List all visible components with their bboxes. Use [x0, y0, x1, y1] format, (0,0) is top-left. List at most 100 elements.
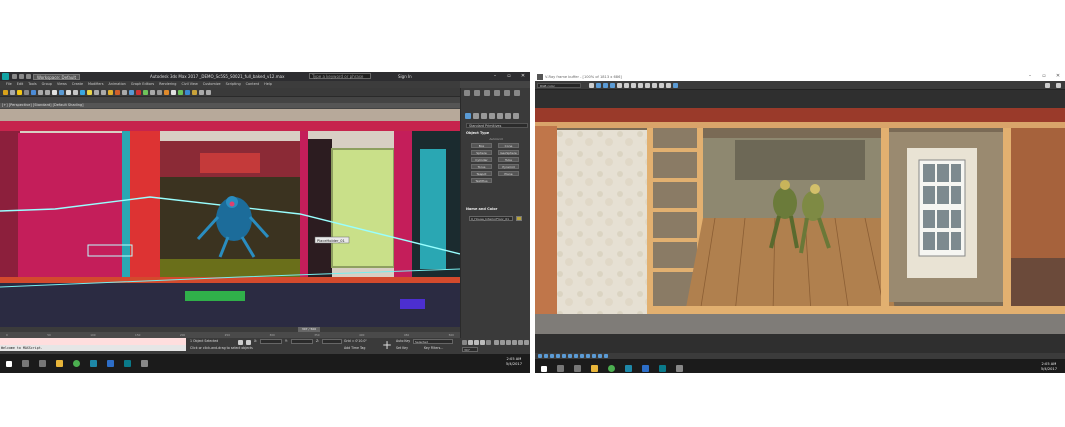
- red-channel-icon[interactable]: [589, 82, 594, 88]
- alpha-channel-icon[interactable]: [610, 82, 615, 88]
- object-color-swatch[interactable]: [516, 216, 522, 221]
- orbit-icon[interactable]: [518, 340, 523, 345]
- settings-icon[interactable]: [1045, 82, 1050, 88]
- cone-button[interactable]: Cone: [498, 143, 519, 148]
- hierarchy-tab-icon[interactable]: [484, 90, 490, 96]
- menu-animation[interactable]: Animation: [109, 81, 126, 88]
- rotate-icon[interactable]: [66, 89, 71, 95]
- workspace-dropdown[interactable]: Workspace: Default: [33, 73, 81, 80]
- bind-icon[interactable]: [17, 89, 22, 95]
- menu-content[interactable]: Content: [246, 81, 260, 88]
- rect-region-icon[interactable]: [45, 89, 50, 95]
- file-explorer-icon[interactable]: [591, 365, 598, 372]
- menu-create[interactable]: Create: [72, 81, 83, 88]
- next-frame-icon[interactable]: [480, 340, 485, 345]
- chrome-icon[interactable]: [608, 365, 615, 372]
- maxscript-listener[interactable]: Welcome to MAXScript.: [0, 345, 186, 351]
- teapot-button[interactable]: Teapot: [471, 171, 492, 176]
- copy-to-max-icon[interactable]: [645, 82, 650, 88]
- key-selection-dropdown[interactable]: Selected: [413, 339, 453, 344]
- helpers-icon[interactable]: [497, 113, 503, 119]
- move-icon[interactable]: [59, 89, 64, 95]
- select-by-name-icon[interactable]: [38, 89, 43, 95]
- minimize-icon[interactable]: –: [1023, 72, 1037, 81]
- menu-scripting[interactable]: Scripting: [226, 81, 241, 88]
- menu-group[interactable]: Group: [42, 81, 52, 88]
- green-channel-icon[interactable]: [596, 82, 601, 88]
- lens-effects-icon[interactable]: [673, 82, 678, 88]
- mirror-icon[interactable]: [136, 89, 141, 95]
- app-icon[interactable]: [107, 360, 114, 367]
- app-icon[interactable]: [676, 365, 683, 372]
- menu-help[interactable]: Help: [264, 81, 272, 88]
- primitive-category-dropdown[interactable]: Standard Primitives: [466, 123, 528, 128]
- render-iterative-icon[interactable]: [199, 89, 204, 95]
- timeline[interactable]: 307 / 500 0 50 100 150 200 250 300 350 4…: [0, 327, 460, 338]
- bg-image-icon[interactable]: [574, 354, 578, 358]
- zoom-all-icon[interactable]: [500, 340, 505, 345]
- reference-coord-icon[interactable]: [87, 89, 92, 95]
- maximize-icon[interactable]: ▫: [1037, 72, 1051, 81]
- history-icon[interactable]: [666, 82, 671, 88]
- motion-tab-icon[interactable]: [494, 90, 500, 96]
- lights-icon[interactable]: [481, 113, 487, 119]
- app-icon[interactable]: [90, 360, 97, 367]
- add-icon[interactable]: +: [382, 339, 392, 351]
- textplus-button[interactable]: TextPlus: [471, 178, 492, 183]
- app-icon[interactable]: [625, 365, 632, 372]
- rendered-image[interactable]: [535, 108, 1065, 334]
- add-time-tag[interactable]: Add Time Tag: [344, 346, 365, 351]
- save-image-icon[interactable]: [624, 82, 629, 88]
- app-icon[interactable]: [642, 365, 649, 372]
- render-button-icon[interactable]: [1056, 82, 1061, 88]
- render-frame-icon[interactable]: [185, 89, 190, 95]
- icc-icon[interactable]: [592, 354, 596, 358]
- go-start-icon[interactable]: [462, 340, 467, 345]
- windows-start-icon[interactable]: [6, 360, 12, 367]
- autogrid-checkbox[interactable]: AutoGrid: [481, 137, 511, 141]
- name-color-rollout[interactable]: Name and Color: [466, 207, 528, 212]
- space-warps-icon[interactable]: [505, 113, 511, 119]
- window-crossing-icon[interactable]: [52, 89, 57, 95]
- sign-in-link[interactable]: Sign In: [398, 73, 412, 80]
- task-view-icon[interactable]: [39, 360, 46, 367]
- max-logo-icon[interactable]: [2, 73, 9, 80]
- redo-icon[interactable]: [19, 74, 24, 79]
- material-editor-icon[interactable]: [171, 89, 176, 95]
- close-icon[interactable]: ✕: [1051, 72, 1065, 81]
- prev-frame-icon[interactable]: [468, 340, 473, 345]
- lock-icon[interactable]: [238, 340, 243, 345]
- color-balance-icon[interactable]: [556, 354, 560, 358]
- auto-key-button[interactable]: Auto Key: [396, 339, 410, 344]
- box-button[interactable]: Box: [471, 143, 492, 148]
- pan-icon[interactable]: [512, 340, 517, 345]
- menu-graph-editors[interactable]: Graph Editors: [131, 81, 154, 88]
- object-name-field[interactable]: 0_House_InteriorFloor_01: [469, 216, 513, 221]
- lut-icon[interactable]: [580, 354, 584, 358]
- hsl-icon[interactable]: [550, 354, 554, 358]
- place-icon[interactable]: [80, 89, 85, 95]
- shapes-icon[interactable]: [473, 113, 479, 119]
- torus-button[interactable]: Torus: [471, 164, 492, 169]
- menu-customize[interactable]: Customize: [203, 81, 221, 88]
- cylinder-button[interactable]: Cylinder: [471, 157, 492, 162]
- app-icon[interactable]: [141, 360, 148, 367]
- plane-button[interactable]: Plane: [498, 171, 519, 176]
- render-setup-icon[interactable]: [178, 89, 183, 95]
- menu-tools[interactable]: Tools: [28, 81, 36, 88]
- menu-modifiers[interactable]: Modifiers: [88, 81, 103, 88]
- windows-start-icon[interactable]: [541, 365, 547, 372]
- save-icon[interactable]: [26, 74, 31, 79]
- cameras-icon[interactable]: [489, 113, 495, 119]
- zoom-icon[interactable]: [494, 340, 499, 345]
- snap-icon[interactable]: [101, 89, 106, 95]
- 3dsmax-taskbar-icon[interactable]: [659, 365, 666, 372]
- white-balance-icon[interactable]: [544, 354, 548, 358]
- compare-icon[interactable]: [604, 354, 608, 358]
- layer-icon[interactable]: [150, 89, 155, 95]
- utilities-tab-icon[interactable]: [514, 90, 520, 96]
- task-view-icon[interactable]: [574, 365, 581, 372]
- spinner-snap-icon[interactable]: [122, 89, 127, 95]
- link-icon[interactable]: [3, 89, 8, 95]
- levels-icon[interactable]: [562, 354, 566, 358]
